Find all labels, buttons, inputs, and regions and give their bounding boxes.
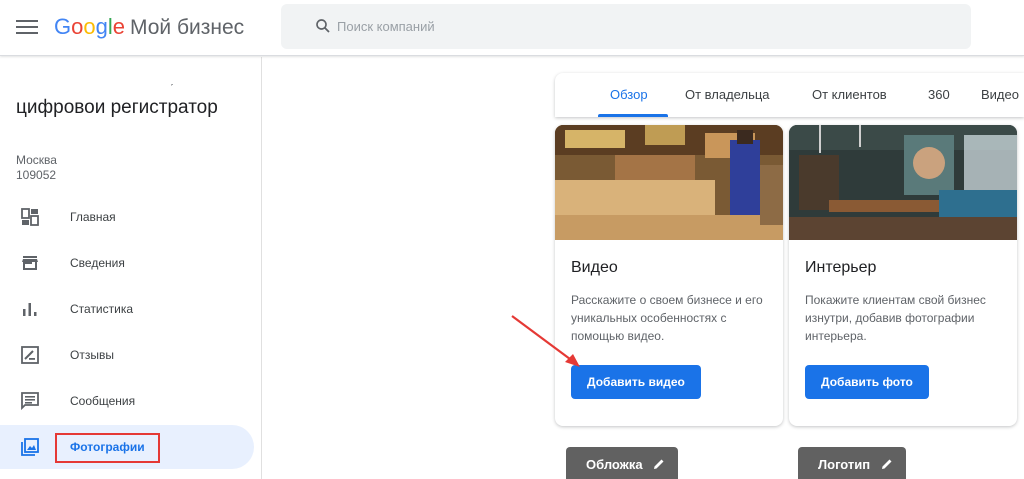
logo-letter: o — [71, 14, 84, 39]
tab-360[interactable]: 360 — [928, 87, 950, 102]
search-icon — [316, 19, 330, 33]
card-title: Интерьер — [805, 259, 877, 276]
tab-customers[interactable]: От клиентов — [812, 87, 887, 102]
app-header: Google Мой бизнес — [0, 0, 1024, 56]
app-logo[interactable]: Google Мой бизнес — [54, 12, 244, 43]
chip-label: Обложка — [586, 457, 643, 472]
bar-chart-icon — [23, 303, 37, 316]
card-title: Видео — [571, 259, 618, 276]
card-description: Покажите клиентам свой бизнес изнутри, д… — [805, 293, 986, 343]
tab-bar: Обзор От владельца От клиентов 360 Видео — [555, 73, 1024, 117]
dashboard-icon — [21, 208, 39, 226]
storefront-icon — [22, 256, 38, 270]
message-icon — [21, 392, 39, 411]
chip-label: Логотип — [818, 457, 871, 472]
edit-icon — [881, 459, 892, 469]
address-city: Москва — [16, 153, 57, 167]
sidebar-item-label: Сообщения — [70, 394, 136, 408]
menu-icon[interactable] — [16, 17, 38, 39]
sidebar-item-label: Главная — [70, 210, 116, 224]
logo-chip[interactable]: Логотип — [798, 447, 906, 479]
business-name: цифровои регистратор — [16, 97, 218, 118]
active-tab-indicator — [598, 114, 668, 117]
interior-card: Интерьер Покажите клиентам свой бизнес и… — [789, 125, 1017, 426]
logo-letter: e — [112, 14, 126, 39]
logo-letter: g — [95, 14, 108, 39]
tab-video[interactable]: Видео — [981, 87, 1019, 102]
sidebar-item-label: Сведения — [70, 256, 125, 270]
add-photo-button[interactable]: Добавить фото — [805, 365, 929, 399]
sidebar-item-label: Статистика — [70, 302, 134, 316]
sidebar-item-photos[interactable]: Фотографии — [0, 425, 254, 469]
product-name: Мой бизнес — [130, 16, 245, 39]
photos-panel: Обзор От владельца От клиентов 360 Видео… — [555, 73, 1024, 479]
photo-icon — [21, 438, 39, 456]
tab-overview[interactable]: Обзор — [610, 87, 648, 102]
card-description: Расскажите о своем бизнесе и его уникаль… — [571, 293, 763, 343]
tab-owner[interactable]: От владельца — [685, 87, 770, 102]
decorative-mark: ˊ — [170, 83, 174, 95]
logo-letter: G — [54, 14, 72, 39]
highlight-box — [55, 433, 160, 463]
cover-chip[interactable]: Обложка — [566, 447, 679, 479]
sidebar: ˊ цифровои регистратор Москва 109052 Гла… — [0, 57, 262, 479]
video-card: Видео Расскажите о своем бизнесе и его у… — [555, 125, 783, 426]
sidebar-item-stats[interactable]: Статистика — [0, 287, 254, 331]
search-bar[interactable] — [281, 4, 971, 49]
search-input[interactable] — [337, 4, 937, 49]
add-video-button[interactable]: Добавить видео — [571, 365, 701, 399]
business-address: Москва 109052 — [16, 153, 57, 183]
review-icon — [21, 346, 39, 364]
address-postcode: 109052 — [16, 168, 57, 182]
cafe-photo — [555, 125, 783, 240]
sidebar-item-info[interactable]: Сведения — [0, 241, 254, 285]
sidebar-item-home[interactable]: Главная — [0, 195, 254, 239]
sidebar-item-reviews[interactable]: Отзывы — [0, 333, 254, 377]
sidebar-item-messages[interactable]: Сообщения — [0, 379, 254, 423]
edit-icon — [654, 459, 664, 469]
interior-photo — [789, 125, 1017, 240]
sidebar-item-label: Отзывы — [70, 348, 114, 362]
logo-letter: o — [83, 14, 96, 39]
